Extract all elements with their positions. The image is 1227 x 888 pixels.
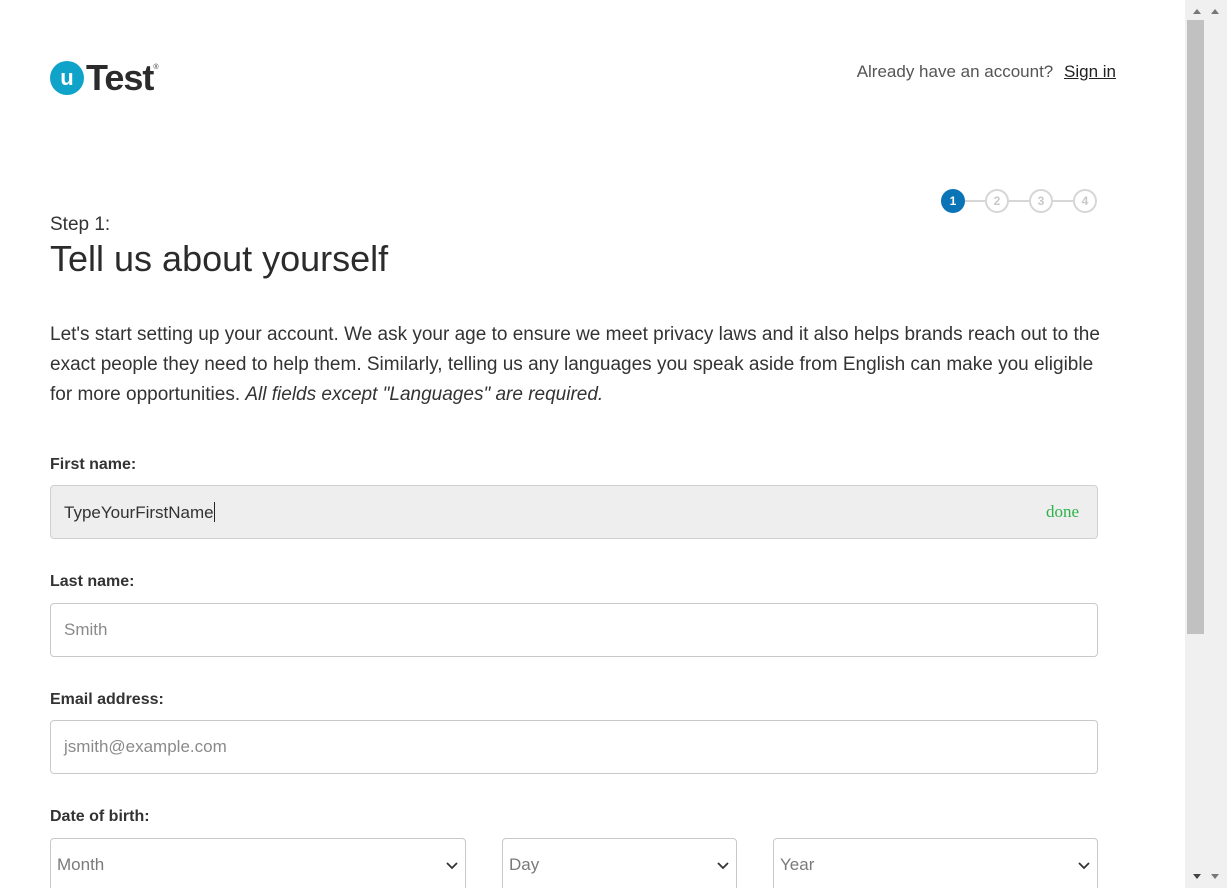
email-input[interactable]: jsmith@example.com	[50, 720, 1098, 774]
account-prompt: Already have an account? Sign in	[857, 62, 1116, 82]
first-name-input[interactable]: TypeYourFirstName done	[50, 485, 1098, 539]
logo-wordmark: Test	[86, 57, 154, 98]
email-label: Email address:	[50, 691, 164, 708]
text-caret	[213, 502, 215, 522]
step-indicator-3: 3	[1029, 189, 1053, 213]
birth-year-select[interactable]: Year	[773, 838, 1098, 888]
intro-paragraph: Let's start setting up your account. We …	[50, 320, 1120, 410]
scroll-up-button[interactable]	[1185, 2, 1227, 20]
last-name-label: Last name:	[50, 573, 135, 590]
account-prompt-text: Already have an account?	[856, 62, 1054, 81]
first-name-label: First name:	[50, 456, 137, 473]
birth-day-value: Day	[509, 855, 540, 874]
step-connector	[965, 200, 985, 202]
birth-year-value: Year	[780, 855, 815, 874]
scroll-up-arrow-icon	[1193, 9, 1219, 14]
chevron-down-icon	[1078, 862, 1090, 870]
progress-stepper: 1 2 3 4	[941, 189, 1097, 213]
scroll-down-button[interactable]	[1185, 868, 1227, 886]
first-name-done-status: done	[1045, 502, 1079, 521]
step-indicator-2: 2	[985, 189, 1009, 213]
email-placeholder: jsmith@example.com	[64, 737, 227, 756]
chevron-down-icon	[717, 862, 729, 870]
page: u Test ® Already have an account? Sign i…	[0, 0, 1185, 888]
birth-month-value: Month	[57, 855, 105, 874]
birth-month-select[interactable]: Month	[50, 838, 466, 888]
scrollbar-thumb[interactable]	[1187, 20, 1204, 634]
sign-in-link[interactable]: Sign in	[1064, 62, 1116, 81]
step-label: Step 1:	[50, 214, 111, 235]
logo-u-mark: u	[50, 61, 84, 95]
last-name-placeholder: Smith	[64, 620, 108, 639]
last-name-input[interactable]: Smith	[50, 603, 1098, 657]
birth-day-select[interactable]: Day	[502, 838, 737, 888]
date-of-birth-label: Date of birth:	[50, 808, 150, 825]
first-name-value: TypeYourFirstName	[64, 502, 215, 522]
step-indicator-1: 1	[941, 189, 965, 213]
step-connector	[1053, 200, 1073, 202]
utest-logo[interactable]: u Test ®	[50, 60, 159, 96]
vertical-scrollbar[interactable]	[1185, 0, 1227, 888]
logo-registered-mark: ®	[153, 64, 159, 71]
required-note: All fields except "Languages" are requir…	[245, 384, 604, 405]
step-indicator-4: 4	[1073, 189, 1097, 213]
scroll-down-arrow-icon	[1193, 874, 1219, 879]
chevron-down-icon	[446, 862, 458, 870]
page-title: Tell us about yourself	[50, 238, 389, 279]
step-connector	[1009, 200, 1029, 202]
